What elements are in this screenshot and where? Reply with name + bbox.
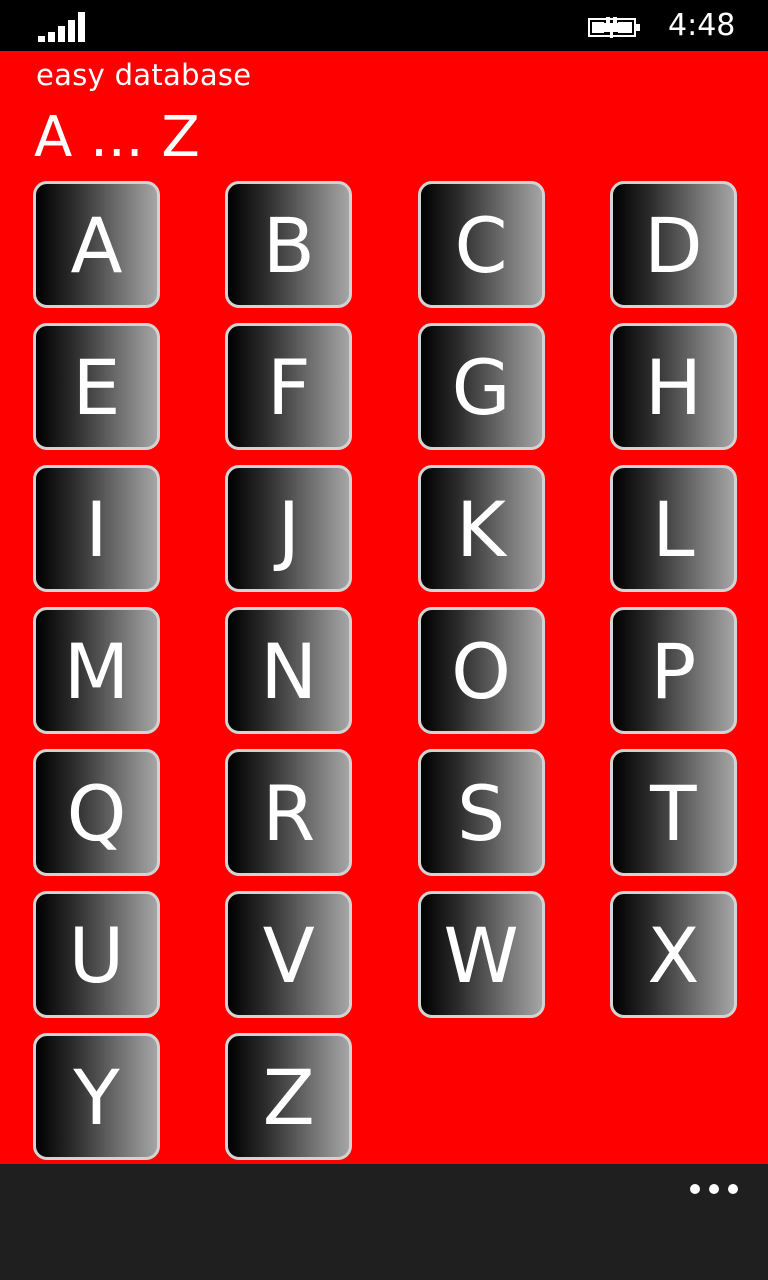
status-time: 4:48 — [668, 8, 736, 43]
letter-tile-n[interactable]: N — [225, 607, 353, 734]
tile-letter: C — [454, 200, 508, 290]
tile-letter: S — [456, 768, 506, 858]
tile-letter: J — [277, 484, 300, 574]
letter-tile-r[interactable]: R — [225, 749, 353, 876]
tile-letter: Q — [66, 768, 127, 858]
letter-tile-o[interactable]: O — [417, 607, 545, 734]
letter-tile-y[interactable]: Y — [33, 1033, 160, 1160]
tile-letter: E — [72, 342, 121, 432]
tile-letter: X — [647, 910, 700, 1000]
letter-tile-x[interactable]: X — [609, 891, 737, 1018]
app-title: easy database — [36, 58, 252, 92]
tile-letter: L — [652, 484, 695, 574]
tile-letter: A — [70, 200, 123, 290]
letter-tile-g[interactable]: G — [417, 323, 545, 450]
letter-tile-w[interactable]: W — [417, 891, 545, 1018]
letter-tile-u[interactable]: U — [33, 891, 160, 1018]
letter-tile-s[interactable]: S — [417, 749, 545, 876]
signal-strength-icon — [38, 12, 88, 42]
app-bar — [0, 1164, 768, 1280]
letter-tile-h[interactable]: H — [609, 323, 737, 450]
letter-tile-k[interactable]: K — [417, 465, 545, 592]
letter-tile-v[interactable]: V — [225, 891, 353, 1018]
tile-letter: N — [260, 626, 318, 716]
tile-letter: B — [262, 200, 315, 290]
tile-letter: Y — [73, 1052, 120, 1142]
letter-tile-t[interactable]: T — [609, 749, 737, 876]
tile-letter: G — [451, 342, 511, 432]
letter-tile-p[interactable]: P — [609, 607, 737, 734]
tile-letter: I — [85, 484, 108, 574]
letter-tile-c[interactable]: C — [417, 181, 545, 308]
tile-letter: M — [63, 626, 130, 716]
letter-tile-l[interactable]: L — [609, 465, 737, 592]
letter-grid: A B C D E F G H I J K L M N O P Q R S T … — [33, 181, 737, 1160]
tile-letter: Z — [262, 1052, 315, 1142]
letter-tile-z[interactable]: Z — [225, 1033, 353, 1160]
tile-letter: D — [644, 200, 703, 290]
tile-letter: U — [68, 910, 125, 1000]
more-ellipsis-icon[interactable] — [690, 1178, 738, 1200]
letter-tile-b[interactable]: B — [225, 181, 353, 308]
battery-charging-icon — [588, 17, 640, 38]
letter-tile-i[interactable]: I — [33, 465, 160, 592]
letter-tile-e[interactable]: E — [33, 323, 160, 450]
tile-letter: K — [456, 484, 507, 574]
letter-tile-q[interactable]: Q — [33, 749, 160, 876]
tile-letter: T — [650, 768, 697, 858]
tile-letter: H — [644, 342, 702, 432]
tile-letter: W — [443, 910, 519, 1000]
tile-letter: V — [262, 910, 315, 1000]
tile-letter: P — [650, 626, 697, 716]
letter-tile-d[interactable]: D — [609, 181, 737, 308]
letter-tile-a[interactable]: A — [33, 181, 160, 308]
letter-tile-j[interactable]: J — [225, 465, 353, 592]
page-title: A ... Z — [34, 105, 200, 170]
tile-letter: O — [451, 626, 511, 716]
tile-letter: R — [262, 768, 316, 858]
letter-tile-f[interactable]: F — [225, 323, 353, 450]
tile-letter: F — [266, 342, 311, 432]
status-bar: 4:48 — [0, 0, 768, 51]
letter-tile-m[interactable]: M — [33, 607, 160, 734]
